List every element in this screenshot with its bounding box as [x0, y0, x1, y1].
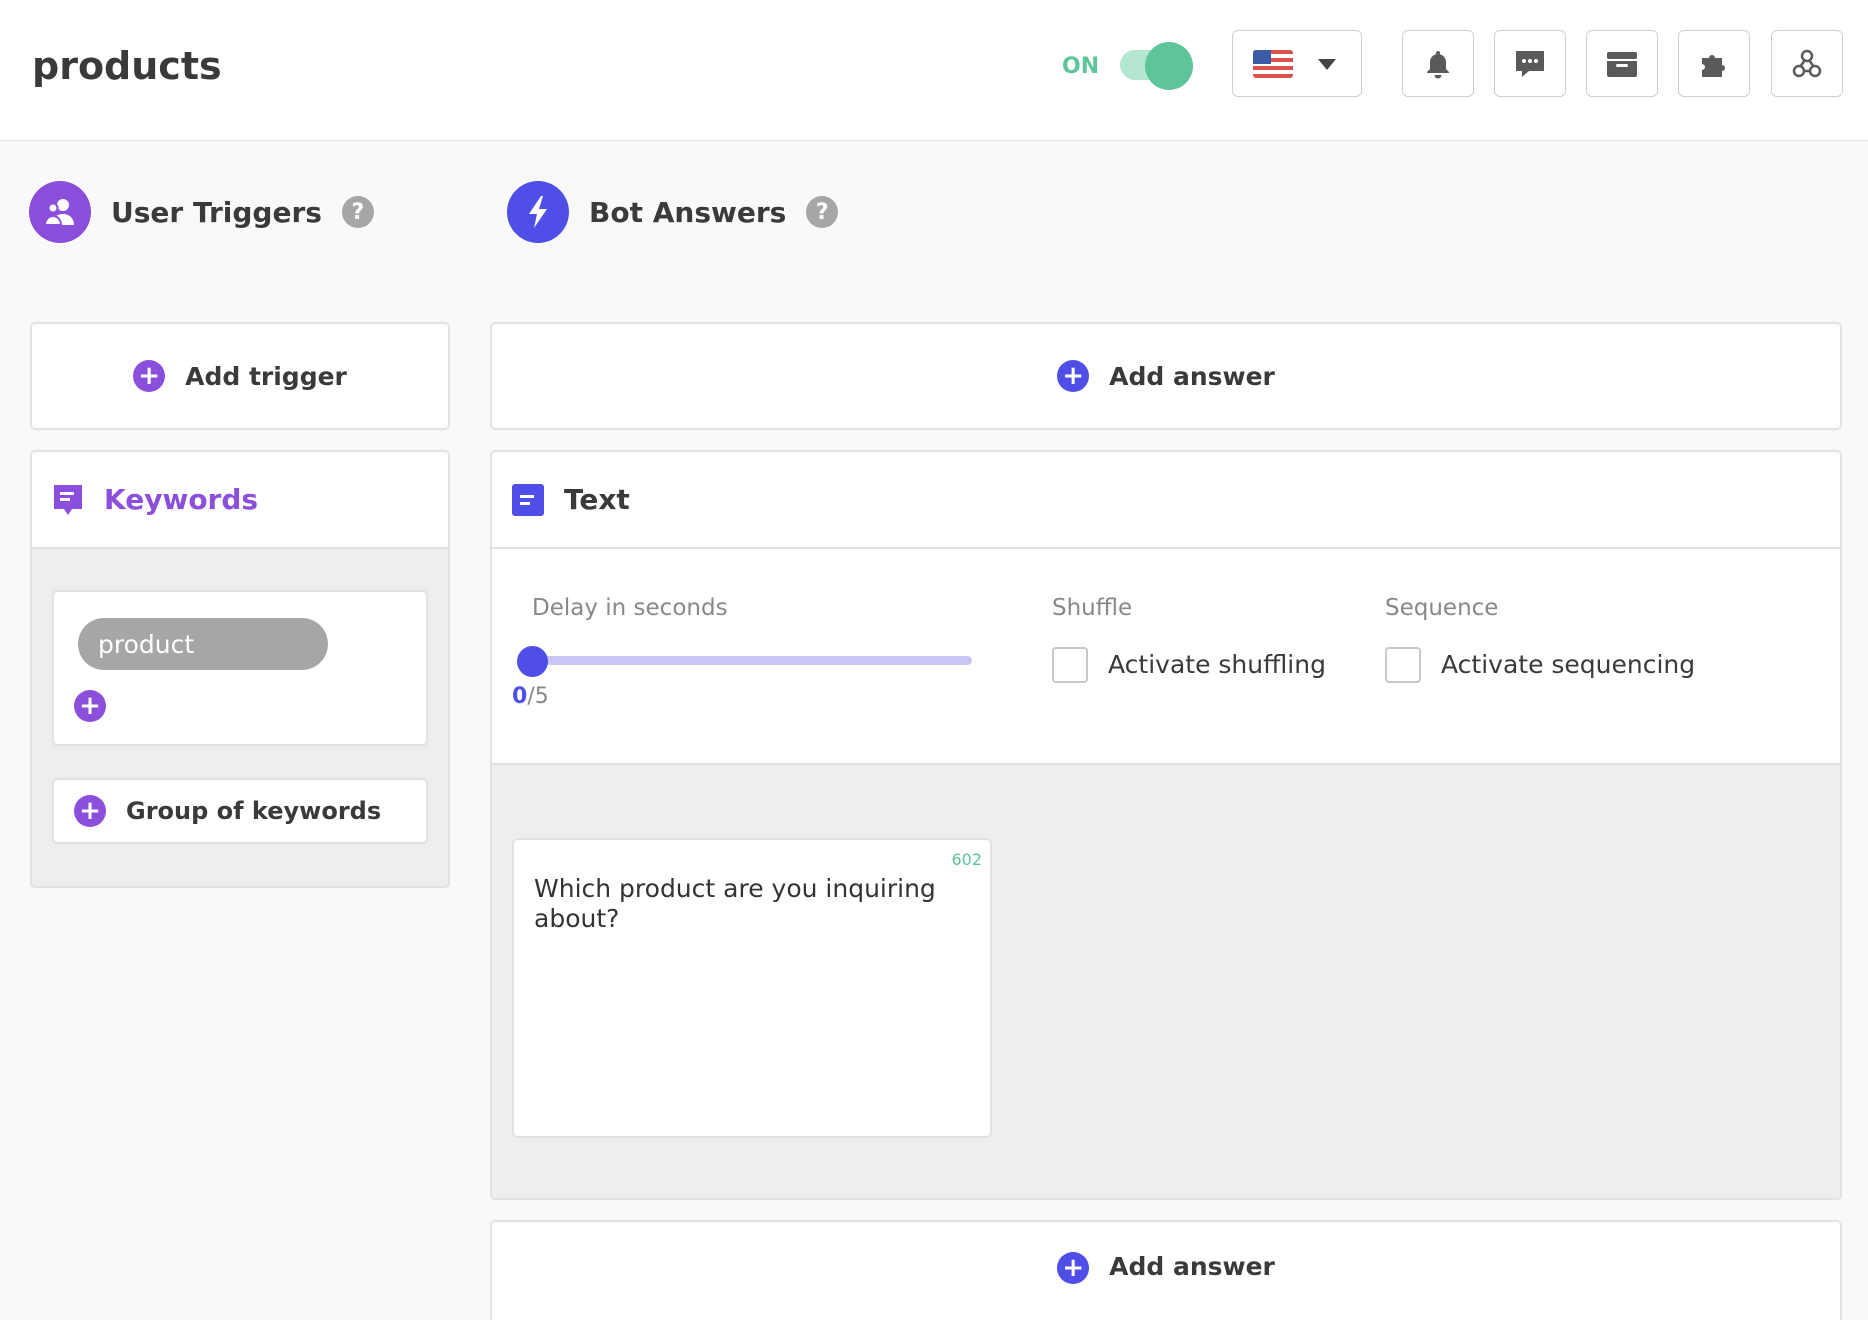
sequence-option-label[interactable]: Activate sequencing: [1441, 650, 1695, 679]
sequence-checkbox[interactable]: [1385, 647, 1421, 683]
section-title: User Triggers: [111, 195, 322, 229]
text-icon: [512, 483, 544, 516]
notifications-button[interactable]: [1402, 30, 1474, 97]
delay-value: 0/5: [512, 684, 549, 709]
users-icon: [29, 181, 91, 243]
webhooks-button[interactable]: [1771, 30, 1843, 97]
add-answer-label: Add answer: [1109, 1252, 1275, 1281]
page-title: products: [32, 44, 222, 88]
help-icon[interactable]: ?: [806, 196, 839, 228]
us-flag-icon: [1253, 50, 1293, 78]
shuffle-label: Shuffle: [1052, 595, 1133, 621]
bot-answers-header: Bot Answers ?: [507, 181, 839, 243]
add-keyword-button[interactable]: +: [74, 690, 106, 722]
shuffle-checkbox[interactable]: [1052, 647, 1088, 683]
text-block-header: Text: [492, 452, 1840, 549]
add-trigger-button[interactable]: + Add trigger: [30, 322, 450, 430]
sequence-label: Sequence: [1385, 595, 1499, 621]
message-text: Which product are you inquiring about?: [534, 874, 936, 933]
keyword-tag-label: product: [98, 629, 195, 659]
plus-icon: +: [133, 360, 166, 392]
messages-button[interactable]: [1494, 30, 1566, 97]
plus-icon: +: [1057, 1252, 1090, 1284]
bell-icon: [1427, 50, 1449, 78]
status-label: ON: [1062, 54, 1100, 79]
keywords-icon: [54, 484, 82, 515]
plus-icon: +: [1057, 360, 1090, 392]
delay-label: Delay in seconds: [532, 595, 728, 621]
add-trigger-label: Add trigger: [185, 361, 347, 391]
keyword-tag[interactable]: product: [78, 618, 328, 670]
text-block-title: Text: [564, 483, 630, 516]
plus-icon: +: [74, 795, 106, 827]
keywords-title: Keywords: [104, 483, 259, 516]
inbox-button[interactable]: [1586, 30, 1658, 97]
help-icon[interactable]: ?: [341, 196, 374, 228]
keywords-block: Keywords product + + Group of keywords: [30, 450, 450, 888]
caret-down-icon: [1318, 59, 1336, 70]
bot-toggle-knob[interactable]: [1145, 42, 1193, 90]
section-title: Bot Answers: [589, 195, 787, 229]
delay-slider-handle[interactable]: [517, 646, 548, 677]
message-textarea[interactable]: 602 Which product are you inquiring abou…: [512, 838, 992, 1138]
add-group-button[interactable]: + Group of keywords: [52, 778, 428, 844]
char-count: 602: [951, 850, 982, 869]
top-bar: products ON: [0, 0, 1868, 141]
network-icon: [1792, 49, 1822, 77]
shuffle-option-label[interactable]: Activate shuffling: [1108, 650, 1326, 679]
puzzle-icon: [1702, 54, 1725, 77]
group-label: Group of keywords: [126, 797, 382, 825]
user-triggers-header: User Triggers ?: [29, 181, 374, 243]
integrations-button[interactable]: [1678, 30, 1750, 97]
language-select[interactable]: [1232, 30, 1362, 97]
delay-slider-track[interactable]: [532, 656, 972, 665]
keyword-group: product +: [52, 590, 428, 746]
keywords-body: product + + Group of keywords: [32, 549, 448, 886]
lightning-icon: [507, 181, 569, 243]
add-answer-bottom-button[interactable]: + Add answer: [490, 1220, 1842, 1320]
add-answer-button[interactable]: + Add answer: [490, 322, 1842, 430]
keywords-header: Keywords: [32, 452, 448, 549]
add-answer-label: Add answer: [1109, 361, 1275, 391]
inbox-icon: [1607, 51, 1637, 77]
chat-icon: [1516, 50, 1544, 77]
